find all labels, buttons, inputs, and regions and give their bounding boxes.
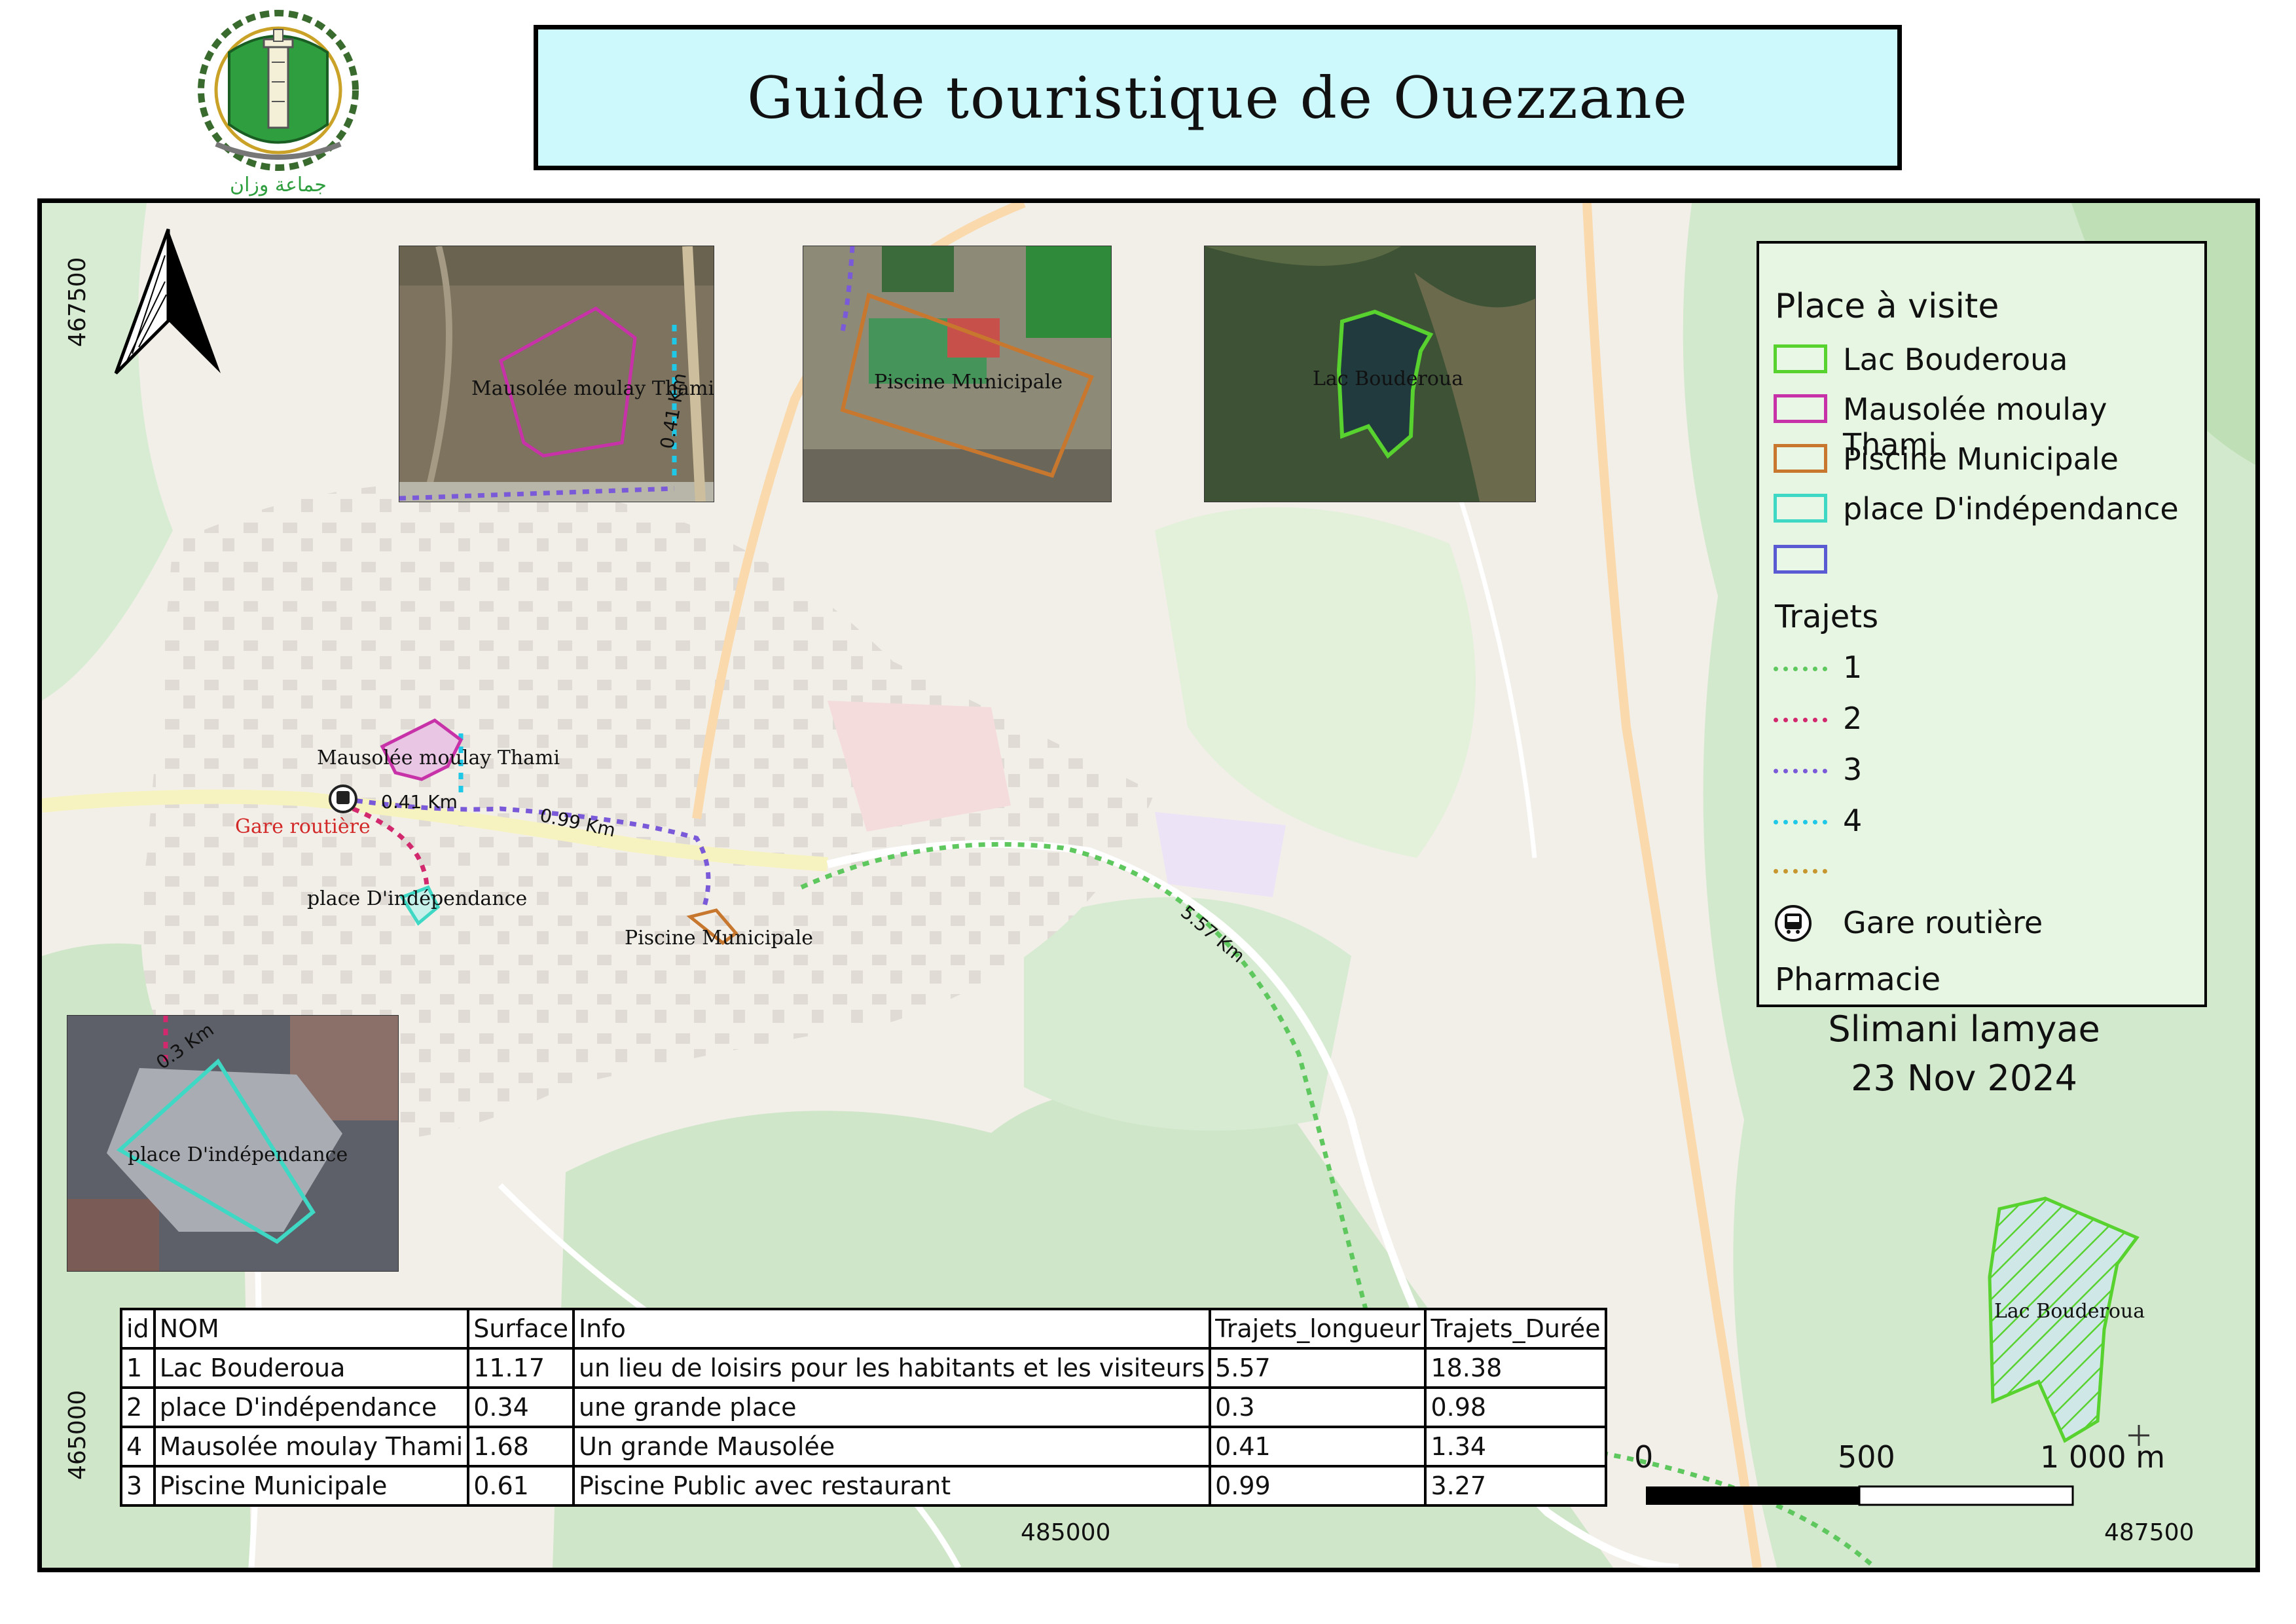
legend-pharmacie-label: Pharmacie <box>1775 961 1941 998</box>
inset-lac-label: Lac Bouderoua <box>1313 367 1464 390</box>
legend-line-4 <box>1774 820 1827 824</box>
inset-place: place D'indépendance 0.3 Km <box>67 1015 399 1272</box>
coord-x-right: 487500 <box>2104 1519 2195 1546</box>
legend-line-2 <box>1774 718 1827 722</box>
cell: 4 <box>120 1426 156 1467</box>
table-row: 1 Lac Bouderoua 11.17 un lieu de loisirs… <box>120 1347 1607 1389</box>
cell: 0.3 <box>1209 1386 1427 1428</box>
legend-trajet-4: 4 <box>1843 803 1863 838</box>
cell: une grande place <box>572 1386 1212 1428</box>
coord-x-mid: 485000 <box>1021 1519 1111 1546</box>
table-header-row: id NOM Surface Info Trajets_longueur Tra… <box>120 1308 1607 1350</box>
legend-line-5 <box>1774 869 1827 874</box>
cell: 11.17 <box>467 1347 575 1389</box>
cell: 18.38 <box>1424 1347 1607 1389</box>
legend-swatch-other <box>1774 545 1827 574</box>
legend-label-place: place D'indépendance <box>1843 491 2179 526</box>
scale-bar <box>1646 1485 2074 1506</box>
cell: Mausolée moulay Thami <box>153 1426 470 1467</box>
label-mausolee: Mausolée moulay Thami <box>317 747 560 769</box>
bus-icon <box>1775 905 1812 942</box>
cell: 1 <box>120 1347 156 1389</box>
legend-label-lac: Lac Bouderoua <box>1843 342 2068 377</box>
inset-lac: Lac Bouderoua <box>1204 246 1536 502</box>
cell: 1.68 <box>467 1426 575 1467</box>
legend-trajets-heading: Trajets <box>1775 599 1879 635</box>
cell: Piscine Public avec restaurant <box>572 1465 1212 1507</box>
inset-mausolee: Mausolée moulay Thami 0.41 Km <box>399 246 714 502</box>
col-longueur: Trajets_longueur <box>1209 1308 1427 1350</box>
table-row: 3 Piscine Municipale 0.61 Piscine Public… <box>120 1465 1607 1507</box>
cell: 5.57 <box>1209 1347 1427 1389</box>
legend-places-heading: Place à visite <box>1775 287 1999 326</box>
bus-station-icon[interactable] <box>329 784 357 813</box>
author-name: Slimani lamyae <box>1828 1008 2100 1050</box>
label-place: place D'indépendance <box>307 887 528 910</box>
col-id: id <box>120 1308 156 1350</box>
cell: 2 <box>120 1386 156 1428</box>
cell: 1.34 <box>1424 1426 1607 1467</box>
cell: 3 <box>120 1465 156 1507</box>
title-box: Guide touristique de Ouezzane <box>534 25 1902 170</box>
legend-bus-label: Gare routière <box>1843 905 2043 940</box>
col-surface: Surface <box>467 1308 575 1350</box>
municipality-logo: جماعة وزان <box>198 10 359 196</box>
scale-label-1000: 1 000 m <box>2040 1439 2166 1475</box>
legend-swatch-place <box>1774 494 1827 523</box>
north-arrow-icon <box>114 229 221 375</box>
table-row: 4 Mausolée moulay Thami 1.68 Un grande M… <box>120 1426 1607 1467</box>
label-piscine: Piscine Municipale <box>625 927 813 950</box>
legend-trajet-1: 1 <box>1843 650 1863 685</box>
scale-label-0: 0 <box>1634 1439 1654 1475</box>
cell: 0.99 <box>1209 1465 1427 1507</box>
cell: 0.41 <box>1209 1426 1427 1467</box>
cell: Lac Bouderoua <box>153 1347 470 1389</box>
map-date: 23 Nov 2024 <box>1851 1058 2077 1099</box>
cell: 0.61 <box>467 1465 575 1507</box>
legend-line-3 <box>1774 769 1827 773</box>
cell: 0.34 <box>467 1386 575 1428</box>
dist-041: 0.41 Km <box>381 791 458 813</box>
map-title: Guide touristique de Ouezzane <box>747 64 1688 132</box>
label-gare: Gare routière <box>235 815 371 838</box>
cell: 0.98 <box>1424 1386 1607 1428</box>
legend-swatch-piscine <box>1774 444 1827 473</box>
coord-y-bottom: 465000 <box>64 1390 91 1480</box>
legend-panel: Place à visite Lac Bouderoua Mausolée mo… <box>1757 241 2207 1007</box>
label-lac: Lac Bouderoua <box>1994 1300 2145 1323</box>
legend-trajet-3: 3 <box>1843 752 1863 787</box>
inset-place-label: place D'indépendance <box>128 1143 348 1166</box>
legend-swatch-lac <box>1774 344 1827 373</box>
table-row: 2 place D'indépendance 0.34 une grande p… <box>120 1386 1607 1428</box>
col-nom: NOM <box>153 1308 470 1350</box>
attribute-table: id NOM Surface Info Trajets_longueur Tra… <box>120 1308 1607 1507</box>
inset-piscine: Piscine Municipale <box>803 246 1112 502</box>
cell: Un grande Mausolée <box>572 1426 1212 1467</box>
logo-caption: جماعة وزان <box>230 174 327 196</box>
cell: place D'indépendance <box>153 1386 470 1428</box>
scale-label-500: 500 <box>1838 1439 1895 1475</box>
cell: 3.27 <box>1424 1465 1607 1507</box>
sports-area <box>1155 812 1286 897</box>
legend-swatch-mausolee <box>1774 394 1827 423</box>
legend-trajet-2: 2 <box>1843 701 1863 736</box>
cell: un lieu de loisirs pour les habitants et… <box>572 1347 1212 1389</box>
legend-label-piscine: Piscine Municipale <box>1843 441 2119 477</box>
col-info: Info <box>572 1308 1212 1350</box>
cell: Piscine Municipale <box>153 1465 470 1507</box>
inset-piscine-label: Piscine Municipale <box>874 371 1063 394</box>
col-duree: Trajets_Durée <box>1424 1308 1607 1350</box>
coord-y-top: 467500 <box>64 257 91 347</box>
legend-line-1 <box>1774 667 1827 671</box>
